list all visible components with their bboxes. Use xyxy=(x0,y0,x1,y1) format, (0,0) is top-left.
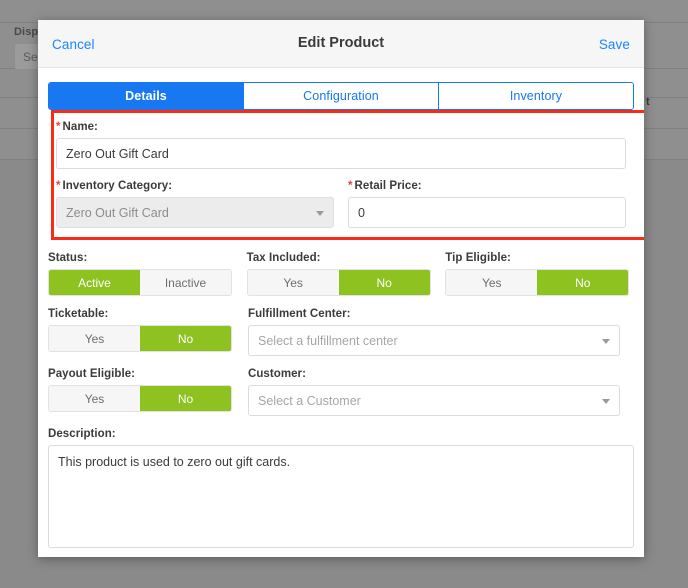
status-label: Status: xyxy=(48,252,88,264)
tax-included-field: Tax Included: Yes No xyxy=(246,252,446,296)
name-label: * Name: xyxy=(56,121,626,133)
retail-price-field: * Retail Price: xyxy=(348,180,626,228)
inventory-category-value: Zero Out Gift Card xyxy=(66,206,169,220)
tab-configuration[interactable]: Configuration xyxy=(244,83,439,109)
payout-eligible-no-button[interactable]: No xyxy=(140,386,231,411)
modal-header: Cancel Edit Product Save xyxy=(38,20,644,68)
modal-body: *Name: *Inventory Category: Zero Out Gif… xyxy=(38,110,644,553)
payout-eligible-field: Payout Eligible: Yes No xyxy=(48,368,248,416)
tab-details[interactable]: Details xyxy=(49,83,244,109)
retail-price-input[interactable] xyxy=(348,197,626,228)
save-button[interactable]: Save xyxy=(599,37,630,52)
tab-inventory[interactable]: Inventory xyxy=(439,83,633,109)
tip-eligible-yes-button[interactable]: Yes xyxy=(446,270,538,295)
name-input[interactable] xyxy=(56,138,626,169)
status-toggle-group: Active Inactive xyxy=(48,269,232,296)
tax-included-toggle-group: Yes No xyxy=(246,269,431,296)
customer-field: Customer: Select a Customer xyxy=(248,368,620,416)
ticketable-no-button[interactable]: No xyxy=(140,326,231,351)
retail-price-label-text: Retail Price: xyxy=(354,180,422,192)
ticketable-fulfillment-row: Ticketable: Yes No Fulfillment Center: S… xyxy=(48,308,634,356)
required-asterisk-icon: * xyxy=(56,180,61,192)
tip-eligible-label: Tip Eligible: xyxy=(445,252,511,264)
customer-label: Customer: xyxy=(248,368,306,380)
inventory-category-label-text: Inventory Category: xyxy=(62,180,173,192)
tip-eligible-no-button[interactable]: No xyxy=(537,270,629,295)
payout-customer-row: Payout Eligible: Yes No Customer: Select… xyxy=(48,368,634,416)
tip-eligible-field: Tip Eligible: Yes No xyxy=(445,252,634,296)
status-field: Status: Active Inactive xyxy=(48,252,247,296)
background-edge-mark: t xyxy=(646,96,650,108)
fulfillment-center-placeholder: Select a fulfillment center xyxy=(258,334,398,348)
inventory-category-select[interactable]: Zero Out Gift Card xyxy=(56,197,334,228)
chevron-down-icon xyxy=(602,399,610,404)
ticketable-label: Ticketable: xyxy=(48,308,109,320)
customer-select[interactable]: Select a Customer xyxy=(248,385,620,416)
ticketable-toggle-group: Yes No xyxy=(48,325,232,352)
tax-included-yes-button[interactable]: Yes xyxy=(247,270,339,295)
highlighted-fields-section: *Name: *Inventory Category: Zero Out Gif… xyxy=(48,110,644,240)
customer-placeholder: Select a Customer xyxy=(258,394,361,408)
name-label-text: Name: xyxy=(62,121,98,133)
status-tax-tip-row: Status: Active Inactive Tax Included: Ye… xyxy=(48,252,634,296)
ticketable-yes-button[interactable]: Yes xyxy=(49,326,140,351)
fulfillment-center-select[interactable]: Select a fulfillment center xyxy=(248,325,620,356)
payout-eligible-toggle-group: Yes No xyxy=(48,385,232,412)
description-label: Description: xyxy=(48,428,116,440)
fulfillment-center-label: Fulfillment Center: xyxy=(248,308,351,320)
inventory-category-field: * Inventory Category: Zero Out Gift Card xyxy=(56,180,334,228)
status-inactive-button[interactable]: Inactive xyxy=(140,270,231,295)
description-row: Description: This product is used to zer… xyxy=(48,428,634,553)
fulfillment-center-field: Fulfillment Center: Select a fulfillment… xyxy=(248,308,620,356)
tax-included-label: Tax Included: xyxy=(246,252,321,264)
inventory-category-label: * Inventory Category: xyxy=(56,180,334,192)
edit-product-modal: Cancel Edit Product Save Details Configu… xyxy=(38,20,644,557)
tip-eligible-toggle-group: Yes No xyxy=(445,269,630,296)
modal-title: Edit Product xyxy=(297,35,385,51)
required-asterisk-icon: * xyxy=(348,180,353,192)
required-asterisk-icon: * xyxy=(56,121,61,133)
ticketable-field: Ticketable: Yes No xyxy=(48,308,248,356)
payout-eligible-label: Payout Eligible: xyxy=(48,368,136,380)
description-textarea[interactable]: This product is used to zero out gift ca… xyxy=(48,445,634,548)
retail-price-label: * Retail Price: xyxy=(348,180,626,192)
status-active-button[interactable]: Active xyxy=(49,270,140,295)
category-price-row: * Inventory Category: Zero Out Gift Card … xyxy=(56,180,626,228)
chevron-down-icon xyxy=(316,211,324,216)
payout-eligible-yes-button[interactable]: Yes xyxy=(49,386,140,411)
tab-strip: Details Configuration Inventory xyxy=(48,82,634,110)
chevron-down-icon xyxy=(602,339,610,344)
tax-included-no-button[interactable]: No xyxy=(338,270,430,295)
